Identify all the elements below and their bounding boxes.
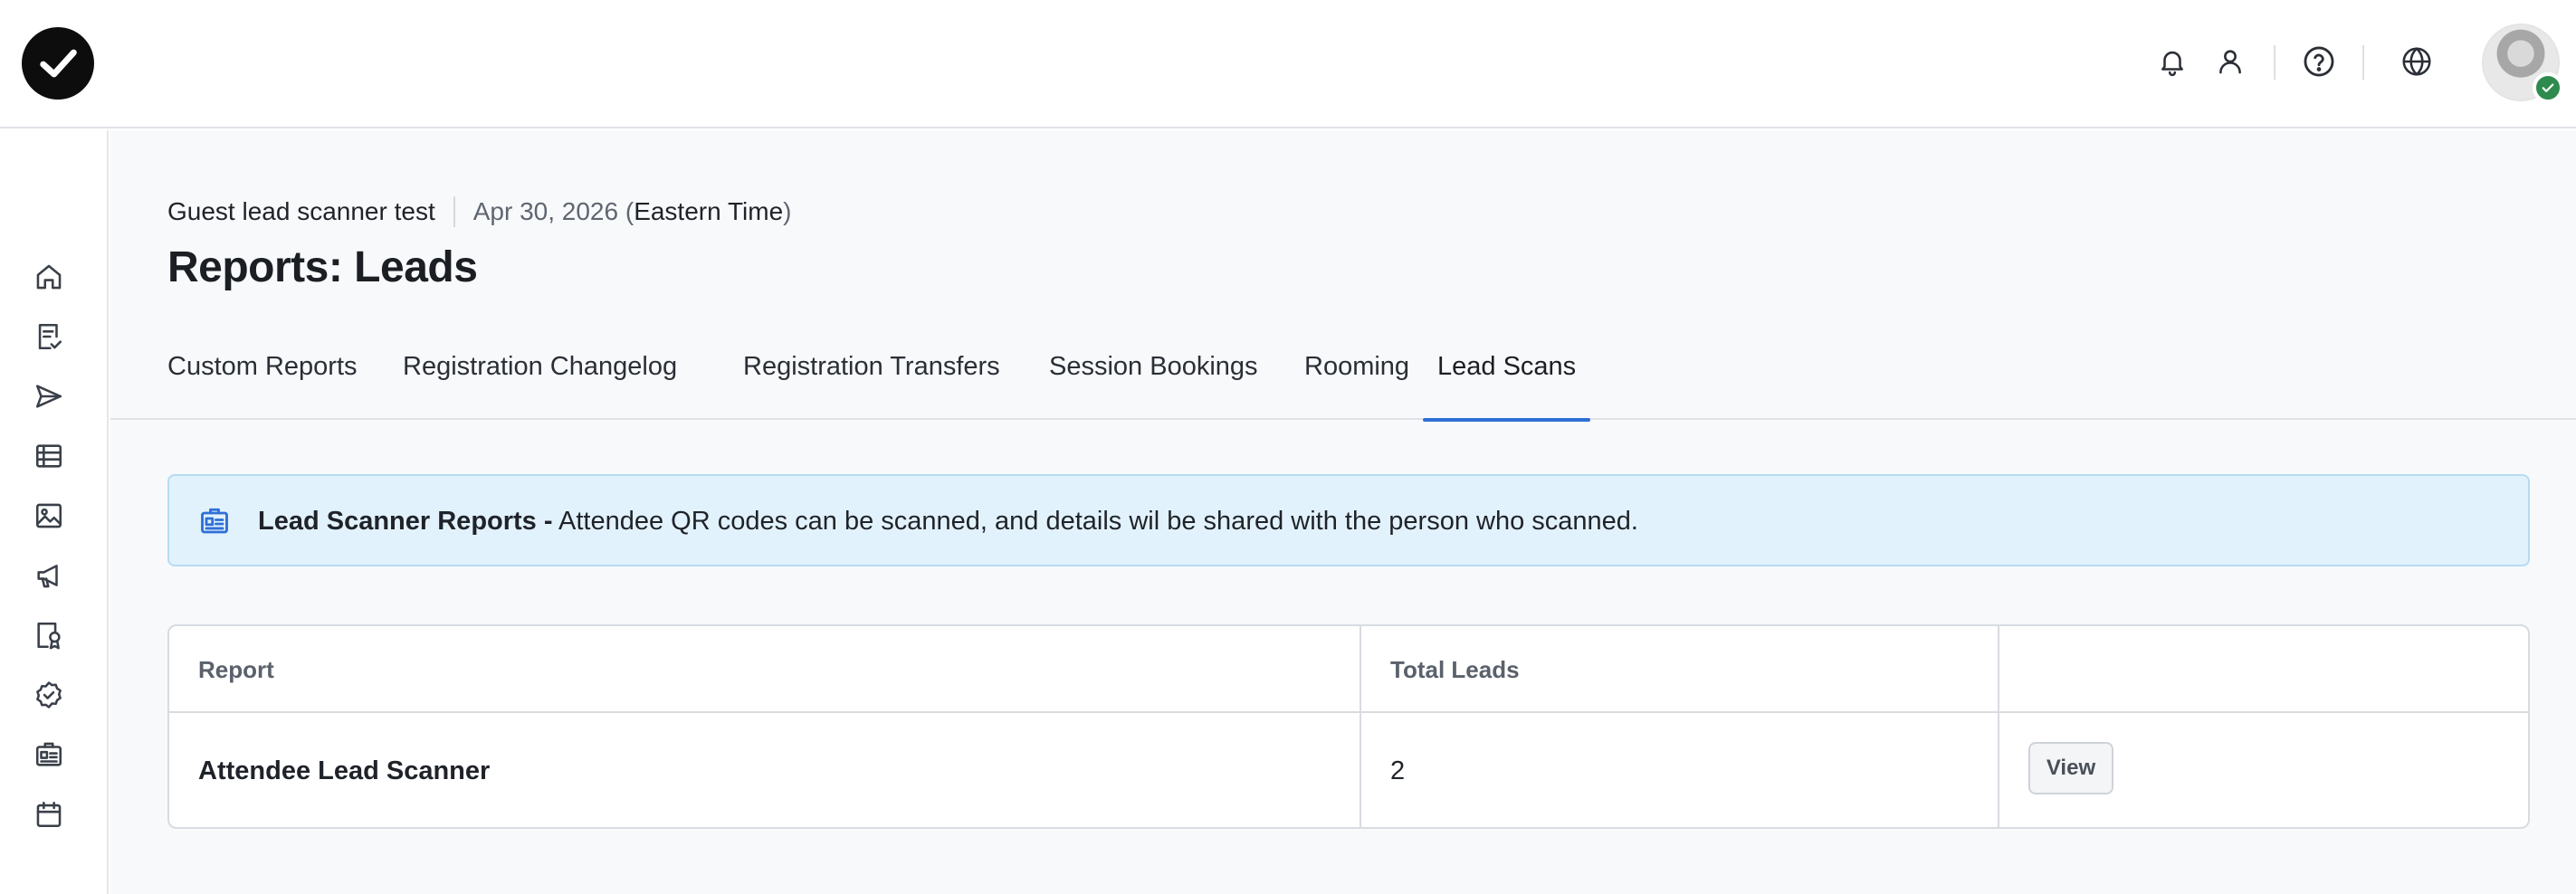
user-icon[interactable] bbox=[2210, 42, 2250, 81]
form-check-icon[interactable] bbox=[31, 319, 67, 355]
breadcrumb: Guest lead scanner test Apr 30, 2026 (Ea… bbox=[167, 194, 791, 230]
list-icon[interactable] bbox=[31, 438, 67, 474]
tab-rooming[interactable]: Rooming bbox=[1290, 346, 1424, 420]
event-timezone: Eastern Time bbox=[634, 197, 784, 225]
toolbar-divider bbox=[2362, 45, 2364, 80]
event-name[interactable]: Guest lead scanner test bbox=[167, 194, 435, 230]
globe-icon[interactable] bbox=[2397, 42, 2437, 81]
id-card-icon bbox=[196, 503, 233, 539]
send-icon[interactable] bbox=[31, 378, 67, 414]
tab-lead-scans[interactable]: Lead Scans bbox=[1423, 346, 1591, 422]
column-header-report: Report bbox=[198, 656, 274, 683]
banner-message: Attendee QR codes can be scanned, and de… bbox=[552, 507, 1638, 536]
table-row: Attendee Lead Scanner 2 View bbox=[169, 713, 2528, 827]
table-header: Report Total Leads bbox=[169, 626, 2528, 713]
toolbar-divider bbox=[2274, 45, 2275, 80]
shield-check-icon bbox=[2533, 72, 2563, 103]
lead-reports-table: Report Total Leads Attendee Lead Scanner… bbox=[167, 624, 2530, 829]
id-card-icon[interactable] bbox=[31, 737, 67, 773]
tab-session-bookings[interactable]: Session Bookings bbox=[1035, 346, 1273, 420]
tab-registration-changelog[interactable]: Registration Changelog bbox=[388, 346, 692, 420]
image-icon[interactable] bbox=[31, 498, 67, 534]
check-circle-logo-icon[interactable] bbox=[22, 27, 94, 100]
banner-title: Lead Scanner Reports - bbox=[258, 507, 553, 536]
top-bar bbox=[0, 0, 2576, 128]
home-icon[interactable] bbox=[31, 259, 67, 295]
breadcrumb-divider bbox=[453, 196, 455, 227]
badge-check-icon[interactable] bbox=[31, 677, 67, 713]
view-report-button[interactable]: View bbox=[2028, 742, 2113, 794]
calendar-icon[interactable] bbox=[31, 796, 67, 832]
main-content: Guest lead scanner test Apr 30, 2026 (Ea… bbox=[110, 130, 2576, 894]
column-header-total-leads: Total Leads bbox=[1390, 656, 1520, 683]
column-divider bbox=[1998, 626, 1999, 827]
report-name: Attendee Lead Scanner bbox=[198, 756, 491, 785]
event-date-close: ) bbox=[783, 197, 792, 225]
report-tabs: Custom Reports Registration Changelog Re… bbox=[110, 346, 2576, 422]
info-banner: Lead Scanner Reports - Attendee QR codes… bbox=[167, 474, 2530, 566]
help-circle-icon[interactable] bbox=[2299, 42, 2339, 81]
avatar[interactable] bbox=[2482, 24, 2563, 103]
total-leads-value: 2 bbox=[1390, 756, 1406, 785]
megaphone-icon[interactable] bbox=[31, 557, 67, 594]
page-title: Reports: Leads bbox=[167, 243, 478, 291]
event-date: Apr 30, 2026 ( bbox=[472, 197, 634, 225]
tab-registration-transfers[interactable]: Registration Transfers bbox=[729, 346, 1015, 420]
bell-icon[interactable] bbox=[2152, 42, 2192, 81]
sidebar bbox=[0, 130, 109, 894]
tab-custom-reports[interactable]: Custom Reports bbox=[153, 346, 372, 420]
certificate-icon[interactable] bbox=[31, 617, 67, 653]
banner-text: Lead Scanner Reports - Attendee QR codes… bbox=[258, 503, 1638, 539]
column-divider bbox=[1360, 626, 1361, 827]
